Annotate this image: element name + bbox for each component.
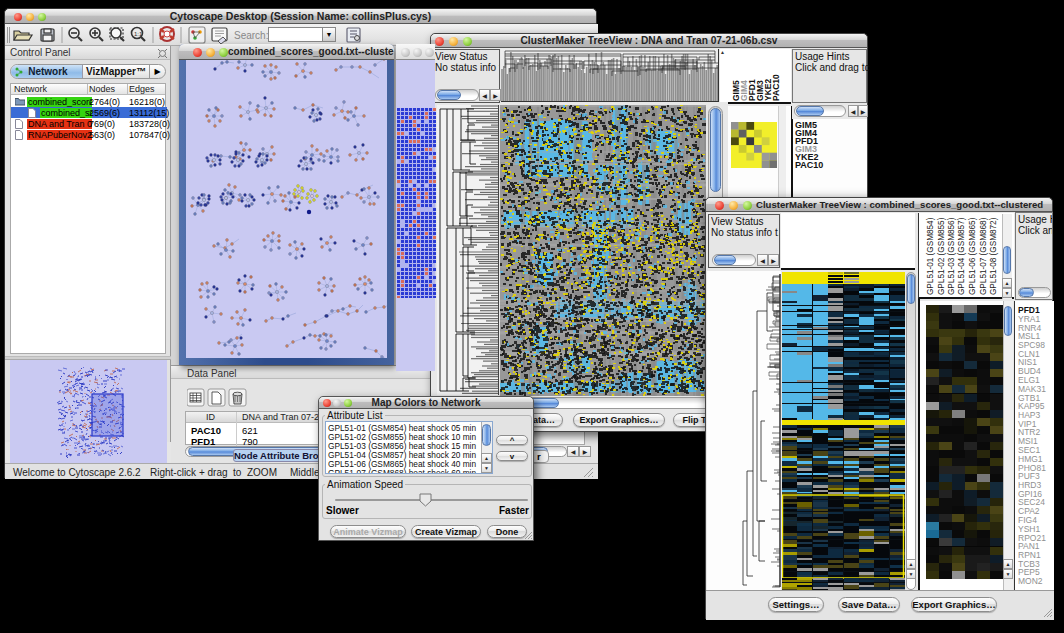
svg-text:1:1: 1:1 bbox=[134, 31, 143, 37]
